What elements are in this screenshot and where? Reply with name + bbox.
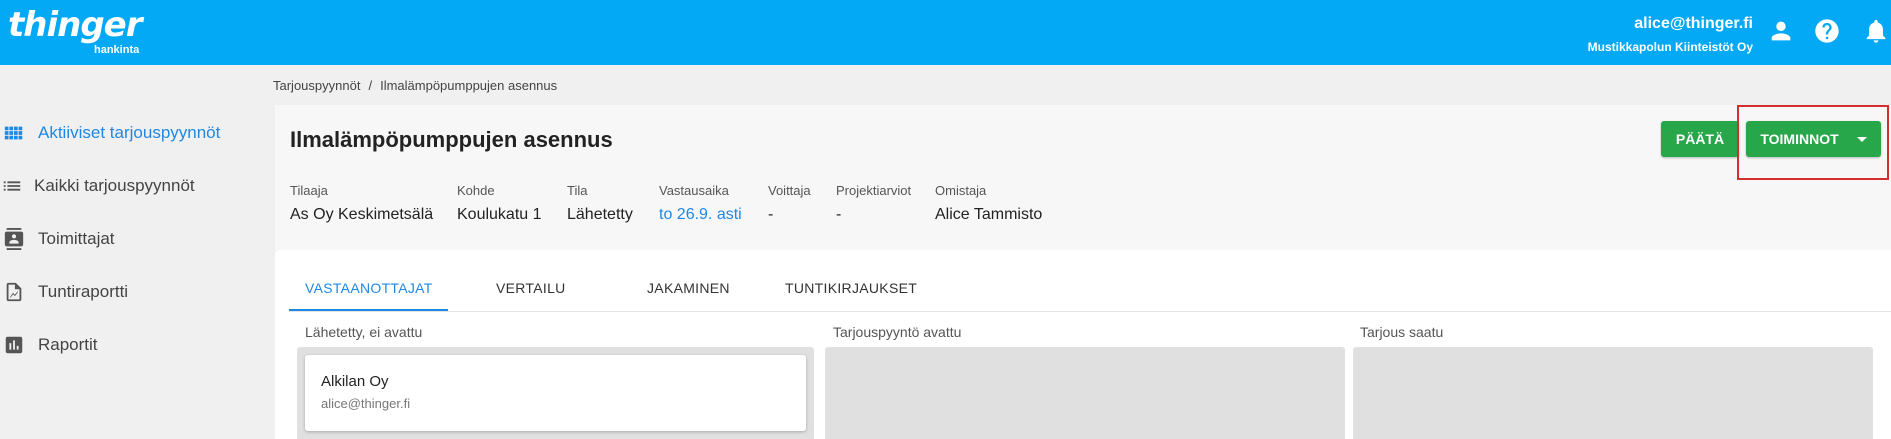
column-title-sent: Lähetetty, ei avattu (305, 324, 423, 340)
recipients-panel: VASTAANOTTAJAT VERTAILU JAKAMINEN TUNTIK… (275, 250, 1891, 439)
sidebar-item-active-requests[interactable]: Aktiiviset tarjouspyynnöt (0, 113, 220, 153)
logo-text: thinger (8, 5, 142, 45)
page-title: Ilmalämpöpumppujen asennus (290, 127, 613, 152)
meta-deadline: Vastausaika to 26.9. asti (659, 183, 742, 225)
meta-value: As Oy Keskimetsälä (290, 206, 434, 223)
caret-down-icon (1856, 136, 1867, 142)
supplier-card[interactable]: Alkilan Oy alice@thinger.fi (305, 355, 806, 431)
contact-card-icon (2, 227, 26, 251)
column-title-opened: Tarjouspyyntö avattu (833, 324, 962, 340)
meta-label: Tilaaja (290, 183, 328, 198)
bar-chart-icon (2, 333, 26, 357)
column-title-offer-received: Tarjous saatu (1360, 324, 1444, 340)
user-info: alice@thinger.fi Mustikkapolun Kiinteist… (1588, 14, 1753, 56)
meta-value: - (768, 206, 774, 223)
user-organization: Mustikkapolun Kiinteistöt Oy (1587, 40, 1753, 54)
breadcrumb-root-link[interactable]: Tarjouspyynnöt (273, 78, 360, 93)
sidebar-item-label: Kaikki tarjouspyynnöt (34, 176, 195, 195)
tab-comparison[interactable]: VERTAILU (496, 280, 566, 296)
request-header: Ilmalämpöpumppujen asennus PÄÄTÄ TOIMINN… (275, 105, 1891, 250)
meta-label: Tila (567, 183, 588, 198)
meta-label: Omistaja (935, 183, 987, 198)
sidebar-item-label: Aktiiviset tarjouspyynnöt (38, 123, 221, 142)
sidebar-item-label: Toimittajat (38, 229, 115, 248)
tab-time-entries[interactable]: TUNTIKIRJAUKSET (785, 280, 917, 296)
sidebar-item-label: Tuntiraportti (38, 282, 129, 301)
user-email: alice@thinger.fi (1634, 15, 1753, 32)
meta-value: Lähetetty (567, 206, 633, 223)
tab-recipients[interactable]: VASTAANOTTAJAT (305, 280, 433, 296)
column-request-opened (825, 347, 1345, 439)
sidebar-item-all-requests[interactable]: Kaikki tarjouspyynnöt (0, 166, 195, 206)
active-tab-indicator (289, 309, 448, 311)
meta-status: Tila Lähetetty (567, 183, 633, 225)
tab-sharing[interactable]: JAKAMINEN (647, 280, 730, 296)
deadline-link[interactable]: to 26.9. asti (659, 205, 742, 225)
meta-value: - (836, 206, 842, 223)
report-chart-icon (2, 280, 26, 304)
actions-dropdown-button[interactable]: TOIMINNOT (1746, 121, 1881, 157)
sidebar-item-suppliers[interactable]: Toimittajat (0, 219, 115, 259)
help-icon[interactable] (1813, 17, 1841, 45)
meta-project-estimates: Projektiarviot - (836, 183, 911, 225)
close-request-label: PÄÄTÄ (1675, 131, 1725, 147)
sidebar: Aktiiviset tarjouspyynnöt Kaikki tarjous… (0, 65, 273, 439)
meta-value: Alice Tammisto (935, 206, 1043, 223)
meta-value: Koulukatu 1 (457, 206, 542, 223)
meta-label: Kohde (457, 183, 495, 198)
meta-label: Voittaja (768, 183, 811, 198)
sidebar-item-hour-report[interactable]: Tuntiraportti (0, 272, 128, 312)
actions-label: TOIMINNOT (1760, 131, 1839, 147)
supplier-email: alice@thinger.fi (321, 396, 411, 411)
column-offer-received (1353, 347, 1873, 439)
top-app-bar: thinger hankinta alice@thinger.fi Mustik… (0, 0, 1891, 65)
tabs-divider (289, 311, 1891, 312)
close-request-button[interactable]: PÄÄTÄ (1661, 121, 1739, 157)
meta-label: Vastausaika (659, 183, 729, 198)
bell-icon[interactable] (1862, 17, 1890, 45)
account-icon[interactable] (1767, 17, 1795, 45)
sidebar-item-label: Raportit (38, 335, 98, 354)
breadcrumb-current: Ilmalämpöpumppujen asennus (380, 78, 558, 93)
thinger-logo[interactable]: thinger hankinta (8, 5, 142, 56)
supplier-name: Alkilan Oy (321, 373, 389, 390)
list-icon (0, 174, 24, 198)
meta-owner: Omistaja Alice Tammisto (935, 183, 1042, 225)
meta-orderer: Tilaaja As Oy Keskimetsälä (290, 183, 433, 225)
meta-target: Kohde Koulukatu 1 (457, 183, 542, 225)
meta-winner: Voittaja - (768, 183, 811, 225)
sidebar-item-reports[interactable]: Raportit (0, 325, 98, 365)
breadcrumb-separator: / (368, 78, 373, 93)
grid-icon (2, 121, 26, 145)
breadcrumb: Tarjouspyynnöt / Ilmalämpöpumppujen asennu… (273, 78, 557, 93)
logo-subtitle: hankinta (94, 44, 140, 56)
column-sent-not-opened: Alkilan Oy alice@thinger.fi (297, 347, 814, 439)
meta-label: Projektiarviot (836, 183, 912, 198)
